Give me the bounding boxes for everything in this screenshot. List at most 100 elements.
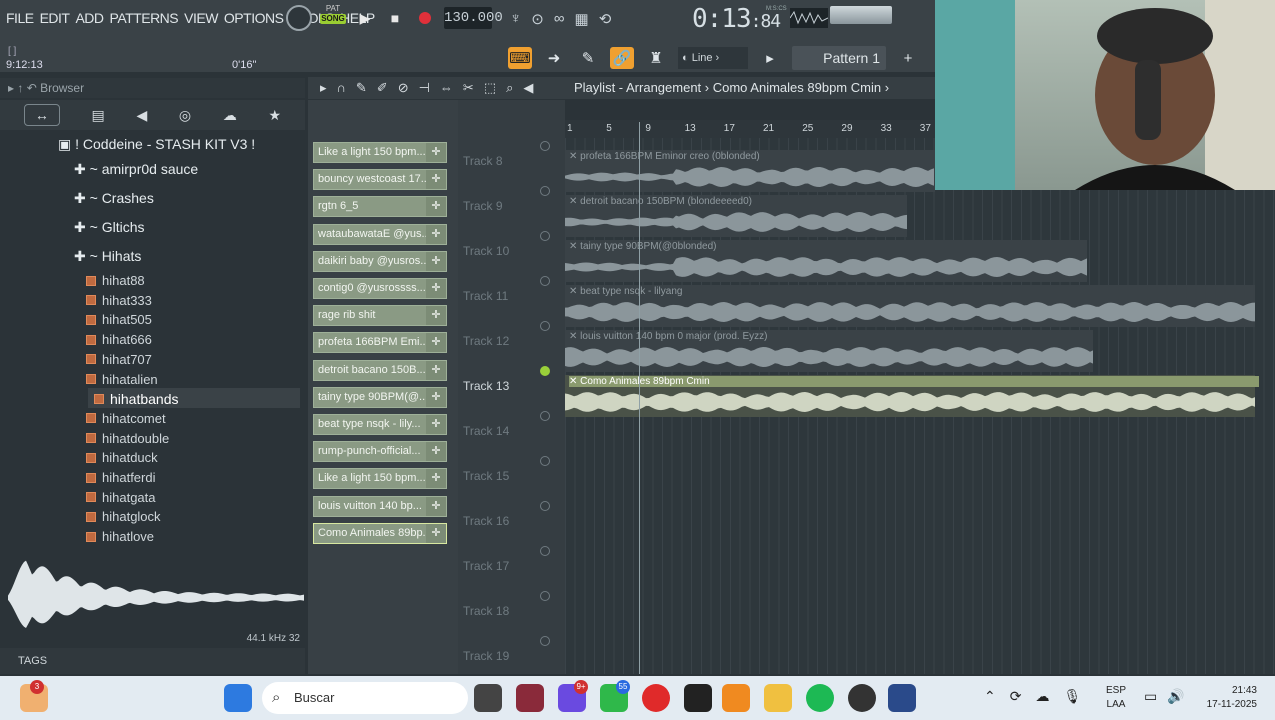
- folder-amirprod[interactable]: ✚ ~ amirpr0d sauce: [74, 161, 198, 178]
- track-mute-toggle[interactable]: [540, 546, 550, 556]
- slip-icon[interactable]: ⇔: [440, 80, 453, 96]
- track-mute-toggle[interactable]: [540, 456, 550, 466]
- folder-hihats[interactable]: ✚ ~ Hihats: [74, 248, 141, 265]
- slice-icon[interactable]: ✂: [463, 80, 474, 96]
- add-pattern-button[interactable]: +: [896, 47, 920, 69]
- arrangement-name[interactable]: Como Animales 89bpm Cmin: [713, 80, 881, 95]
- playlist-clip[interactable]: ✕ detroit bacano 150BPM (blondeeeed0): [565, 195, 907, 237]
- menu-patterns[interactable]: PATTERNS: [110, 10, 179, 26]
- browser-file-item[interactable]: hihatlove: [86, 529, 154, 544]
- menu-view[interactable]: VIEW: [184, 10, 218, 26]
- clip-item[interactable]: rage rib shit ✛: [313, 305, 447, 327]
- browser-file-item[interactable]: hihatgata: [86, 490, 156, 505]
- playlist-clip[interactable]: ✕ beat type nsqk - lilyang: [565, 285, 1255, 327]
- track-name[interactable]: Track 19: [463, 649, 509, 663]
- browser-favorites-icon[interactable]: ★: [269, 107, 282, 124]
- playhead[interactable]: [639, 122, 640, 674]
- clip-item[interactable]: Como Animales 89bp... ✛: [313, 522, 447, 544]
- metronome-icon[interactable]: ♆: [510, 10, 521, 28]
- track-name[interactable]: Track 12: [463, 334, 509, 348]
- clip-add-icon[interactable]: ✛: [426, 360, 446, 380]
- clip-add-icon[interactable]: ✛: [426, 306, 446, 326]
- browser-files-icon[interactable]: ▤: [92, 107, 105, 124]
- browser-all-icon[interactable]: ↔: [23, 104, 60, 126]
- browser-file-item[interactable]: hihat707: [86, 352, 152, 367]
- windows-start-icon[interactable]: [224, 684, 252, 712]
- playback-icon[interactable]: ◀: [523, 80, 533, 96]
- select-icon[interactable]: ⬚: [484, 80, 496, 96]
- browser-file-item[interactable]: hihatglock: [86, 509, 161, 524]
- delete-icon[interactable]: ⊘: [398, 80, 409, 96]
- folder-icon[interactable]: [764, 684, 792, 712]
- stamp-button[interactable]: ♜: [644, 47, 668, 69]
- clip-add-icon[interactable]: ✛: [426, 333, 446, 353]
- track-name[interactable]: Track 11: [463, 289, 508, 303]
- browser-file-item[interactable]: hihatferdi: [86, 470, 155, 485]
- clip-add-icon[interactable]: ✛: [426, 469, 446, 489]
- track-mute-toggle[interactable]: [540, 231, 550, 241]
- clip-item[interactable]: beat type nsqk - lily... ✛: [313, 414, 447, 435]
- clip-add-icon[interactable]: ✛: [426, 251, 446, 271]
- play-button[interactable]: ▶: [354, 7, 376, 29]
- playlist-clip[interactable]: ✕ profeta 166BPM Eminor creo (0blonded): [565, 150, 935, 192]
- mute-icon[interactable]: ⊣: [419, 80, 430, 96]
- playlist-clip[interactable]: ✕ louis vuitton 140 bpm 0 major (prod. E…: [565, 330, 1093, 372]
- browser-plugins-icon[interactable]: ◀: [136, 107, 147, 124]
- browser-file-item[interactable]: hihat333: [86, 293, 152, 308]
- browser-file-item[interactable]: hihat666: [86, 332, 152, 347]
- record-button[interactable]: [414, 7, 436, 29]
- browser-cloud-icon[interactable]: ☁: [223, 107, 237, 124]
- track-name[interactable]: Track 9: [463, 199, 503, 213]
- tempo-display[interactable]: 130.000: [444, 7, 503, 29]
- clip-add-icon[interactable]: ✛: [426, 415, 446, 434]
- network-icon[interactable]: ▭: [1144, 688, 1157, 705]
- track-name[interactable]: Track 14: [463, 424, 509, 438]
- track-mute-toggle[interactable]: [540, 411, 550, 421]
- menu-add[interactable]: ADD: [75, 10, 104, 26]
- arrow-button[interactable]: ➜: [542, 47, 566, 69]
- clip-add-icon[interactable]: ✛: [426, 170, 446, 190]
- clip-item[interactable]: contig0 @yusrossss... ✛: [313, 278, 447, 299]
- browser-file-item[interactable]: hihatduck: [86, 450, 158, 465]
- playlist-clip[interactable]: ✕ tainy type 90BPM(@0blonded): [565, 240, 1087, 282]
- snap-select[interactable]: ◐ Line ›: [678, 47, 748, 69]
- browser-file-item[interactable]: hihat505: [86, 312, 152, 327]
- camera-app-icon[interactable]: [888, 684, 916, 712]
- track-mute-toggle[interactable]: [540, 636, 550, 646]
- cloud-tray-icon[interactable]: ☁: [1035, 688, 1049, 705]
- folder-gltichs[interactable]: ✚ ~ Gltichs: [74, 219, 144, 236]
- link-button[interactable]: 🔗: [610, 47, 634, 69]
- clip-add-icon[interactable]: ✛: [426, 197, 446, 217]
- pattern-prev-button[interactable]: ▸: [758, 47, 782, 69]
- track-name[interactable]: Track 18: [463, 604, 509, 618]
- clip-item[interactable]: louis vuitton 140 bp... ✛: [313, 495, 447, 517]
- track-mute-toggle[interactable]: [540, 186, 550, 196]
- loop-record-icon[interactable]: ⟲: [599, 10, 612, 28]
- clip-item[interactable]: Like a light 150 bpm... ✛: [313, 142, 447, 163]
- track-mute-toggle[interactable]: [540, 366, 550, 376]
- keyboard-button[interactable]: ⌨: [508, 47, 532, 69]
- clip-add-icon[interactable]: ✛: [426, 387, 446, 407]
- spotify-icon[interactable]: [806, 684, 834, 712]
- taskbar-clock[interactable]: 21:43 17-11-2025: [1207, 684, 1257, 712]
- obs-icon[interactable]: [848, 684, 876, 712]
- paint-icon[interactable]: ✐: [377, 80, 388, 96]
- chevron-up-icon[interactable]: ⌃: [984, 688, 996, 705]
- clip-item[interactable]: bouncy westcoast 17... ✛: [313, 169, 447, 191]
- clip-item[interactable]: profeta 166BPM Emi... ✛: [313, 332, 447, 354]
- clip-add-icon[interactable]: ✛: [426, 279, 446, 298]
- countdown-icon[interactable]: ∞: [554, 10, 565, 28]
- menu-file[interactable]: FILE: [6, 10, 34, 26]
- track-name[interactable]: Track 17: [463, 559, 509, 573]
- wait-icon[interactable]: ⊙: [531, 10, 544, 28]
- app-icon-red[interactable]: [516, 684, 544, 712]
- browser-file-item[interactable]: hihatalien: [86, 372, 158, 387]
- track-name[interactable]: Track 13: [463, 379, 509, 393]
- menu-edit[interactable]: EDIT: [40, 10, 70, 26]
- browser-web-icon[interactable]: ◎: [179, 107, 191, 124]
- track-name[interactable]: Track 10: [463, 244, 509, 258]
- clip-item[interactable]: rump-punch-official... ✛: [313, 441, 447, 463]
- fl-studio-icon[interactable]: [722, 684, 750, 712]
- menu-arrow-icon[interactable]: ▸: [320, 80, 327, 96]
- clip-item[interactable]: daikiri baby @yusros... ✛: [313, 250, 447, 272]
